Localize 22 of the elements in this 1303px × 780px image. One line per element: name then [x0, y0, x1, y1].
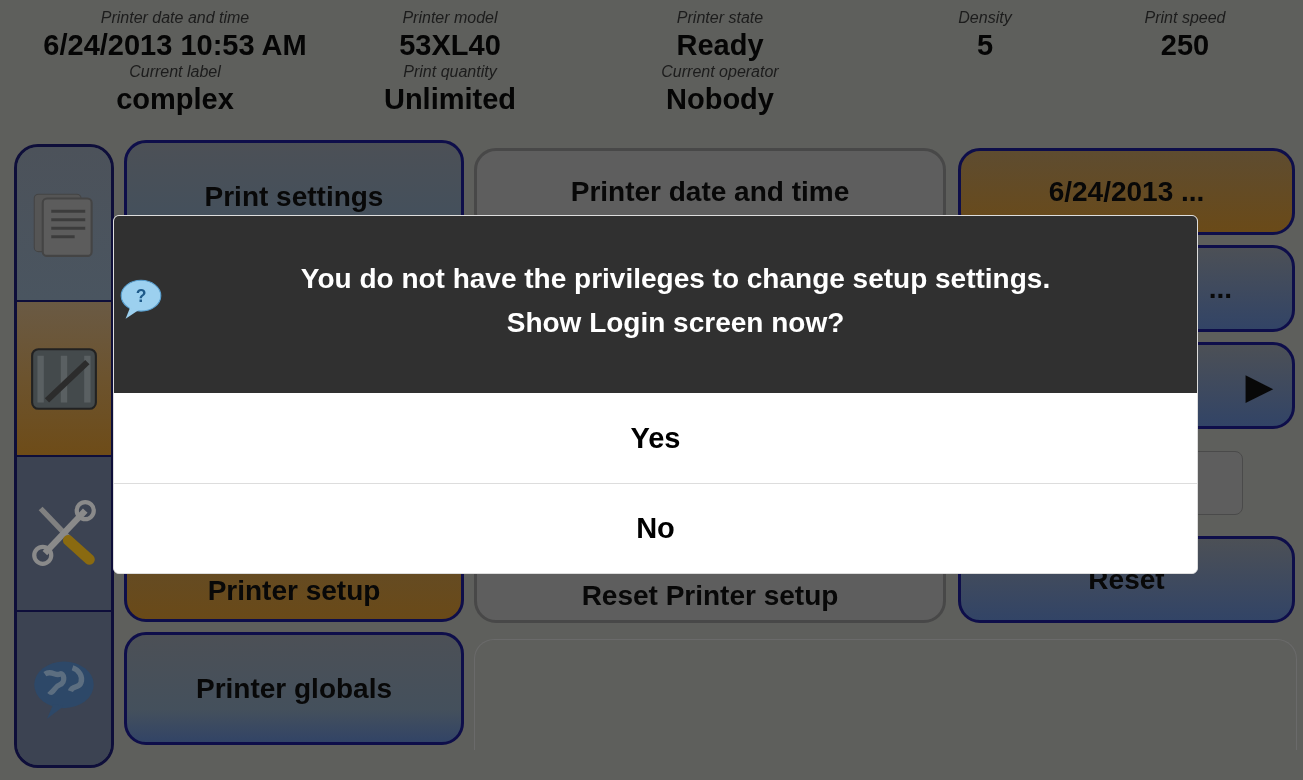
- status-label: Current operator: [661, 62, 779, 82]
- status-value: Ready: [676, 28, 764, 62]
- sidebar-tab[interactable]: [17, 302, 111, 457]
- dialog-message: You do not have the privileges to change setup settings. Show Login screen now?: [300, 261, 1051, 340]
- status-label: Print quantity: [403, 62, 497, 82]
- status-label: Printer state: [676, 8, 764, 28]
- status-label: Density: [958, 8, 1012, 28]
- dialog-button[interactable]: No: [114, 483, 1197, 573]
- status-label: Printer model: [402, 8, 498, 28]
- status-label: Print speed: [1144, 8, 1226, 28]
- status-label: Printer date and time: [100, 8, 250, 28]
- status-value: 53XL40: [399, 28, 501, 62]
- status-value: 5: [976, 28, 994, 62]
- status-value: Unlimited: [383, 82, 517, 116]
- status-value: complex: [116, 82, 234, 116]
- sidebar-tab[interactable]: [17, 147, 111, 302]
- status-value: Nobody: [666, 82, 774, 116]
- menu-button[interactable]: Printer globals: [124, 632, 464, 745]
- status-value: 6/24/2013 10:53 AM: [43, 28, 307, 62]
- status-label: Current label: [129, 62, 221, 82]
- tools-icon: [30, 499, 98, 568]
- status-value: 250: [1160, 28, 1210, 62]
